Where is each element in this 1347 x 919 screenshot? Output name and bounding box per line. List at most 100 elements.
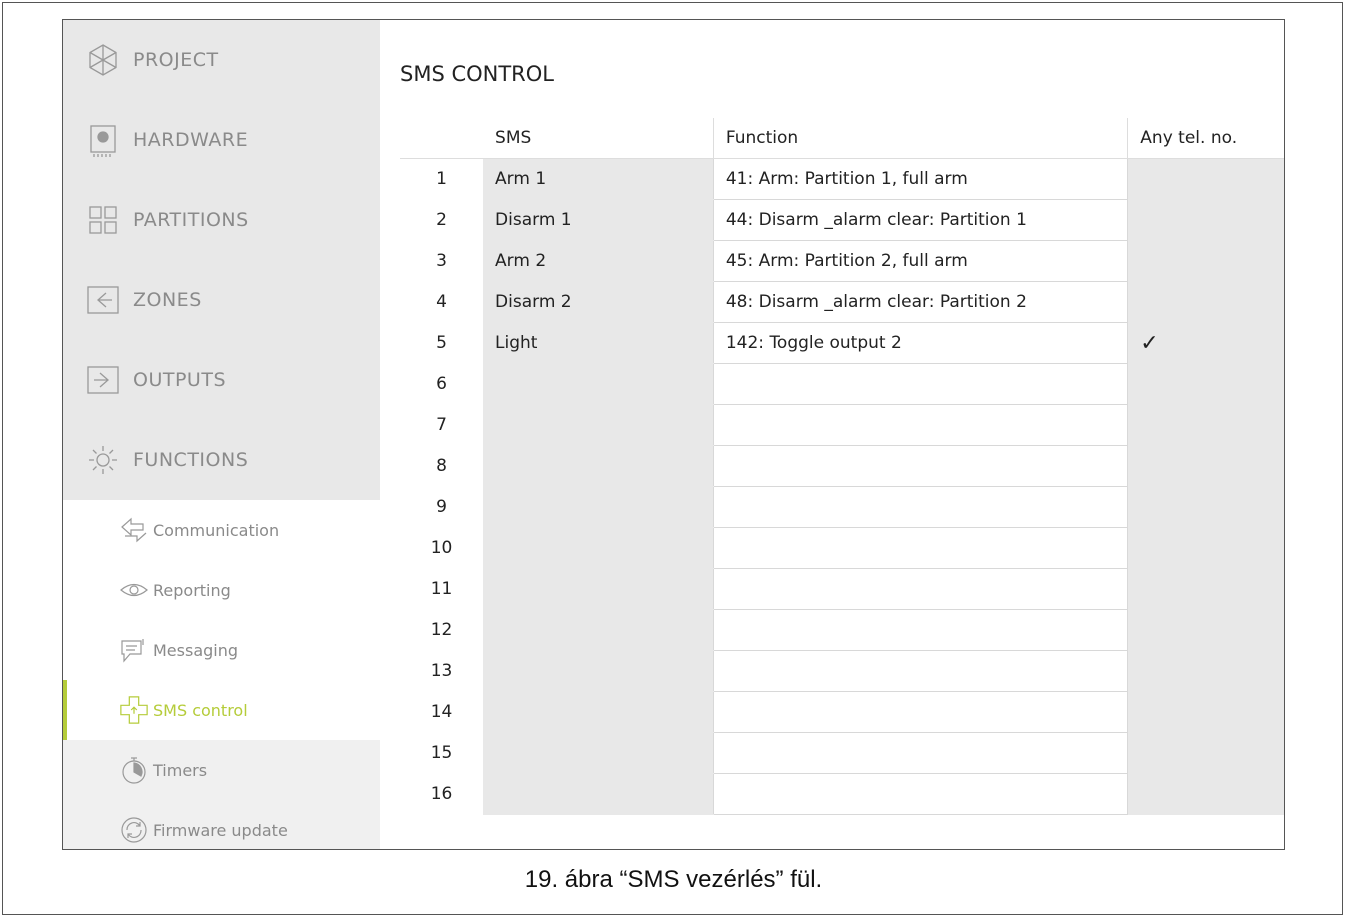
- figure-caption: 19. ábra “SMS vezérlés” fül.: [524, 866, 823, 893]
- main-nav: PROJECT HARDWARE PARTITIONS ZONES OUTPUT…: [63, 20, 380, 500]
- table-row: 6: [400, 363, 1284, 405]
- row-number: 15: [430, 743, 453, 763]
- any-tel-checkbox[interactable]: ✓: [1127, 322, 1284, 364]
- nav-label: PROJECT: [133, 49, 219, 71]
- any-tel-checkbox[interactable]: [1127, 732, 1284, 774]
- any-tel-checkbox[interactable]: [1127, 650, 1284, 692]
- any-tel-checkbox[interactable]: [1127, 527, 1284, 569]
- sms-cell[interactable]: Light: [483, 322, 714, 364]
- function-cell[interactable]: [712, 609, 1129, 651]
- sms-cell[interactable]: Disarm 1: [483, 199, 714, 241]
- any-tel-checkbox[interactable]: [1127, 240, 1284, 282]
- function-cell[interactable]: 44: Disarm _alarm clear: Partition 1: [712, 199, 1129, 241]
- function-cell[interactable]: [712, 650, 1129, 692]
- sms-cell[interactable]: [483, 650, 714, 692]
- partitions-icon: [85, 202, 121, 238]
- any-tel-checkbox[interactable]: [1127, 486, 1284, 528]
- sms-cell[interactable]: [483, 486, 714, 528]
- function-cell[interactable]: 41: Arm: Partition 1, full arm: [712, 158, 1129, 200]
- table-row: 3 Arm 2 45: Arm: Partition 2, full arm: [400, 240, 1284, 282]
- any-tel-checkbox[interactable]: [1127, 445, 1284, 487]
- subnav-label: Timers: [153, 760, 208, 780]
- sms-cell[interactable]: [483, 527, 714, 569]
- sms-cell[interactable]: [483, 609, 714, 651]
- header-sms: SMS: [483, 118, 714, 159]
- sms-control-icon: [119, 695, 149, 725]
- subnav-item-messaging[interactable]: Messaging: [63, 620, 380, 680]
- any-tel-checkbox[interactable]: [1127, 609, 1284, 651]
- function-cell[interactable]: [712, 527, 1129, 569]
- any-tel-checkbox[interactable]: [1127, 404, 1284, 446]
- any-tel-checkbox[interactable]: [1127, 363, 1284, 405]
- sms-cell[interactable]: Arm 1: [483, 158, 714, 200]
- subnav-item-firmware-update[interactable]: Firmware update: [63, 800, 380, 849]
- row-number: 13: [430, 661, 453, 681]
- any-tel-checkbox[interactable]: [1127, 158, 1284, 200]
- function-cell[interactable]: [712, 732, 1129, 774]
- nav-label: OUTPUTS: [133, 369, 226, 391]
- functions-subnav: Communication Reporting Messaging SMS co…: [63, 500, 380, 849]
- any-tel-checkbox[interactable]: [1127, 773, 1284, 815]
- subnav-label: SMS control: [153, 700, 248, 720]
- table-row: 4 Disarm 2 48: Disarm _alarm clear: Partit…: [400, 281, 1284, 323]
- any-tel-checkbox[interactable]: [1127, 199, 1284, 241]
- nav-item-partitions[interactable]: PARTITIONS: [63, 180, 380, 260]
- table-body: 1 Arm 1 41: Arm: Partition 1, full arm 2 Di…: [400, 158, 1284, 815]
- sms-cell[interactable]: Disarm 2: [483, 281, 714, 323]
- nav-item-outputs[interactable]: OUTPUTS: [63, 340, 380, 420]
- sms-cell[interactable]: Arm 2: [483, 240, 714, 282]
- sms-cell[interactable]: [483, 568, 714, 610]
- sms-cell[interactable]: [483, 445, 714, 487]
- row-number: 5: [436, 333, 447, 353]
- subnav-item-reporting[interactable]: Reporting: [63, 560, 380, 620]
- table-row: 2 Disarm 1 44: Disarm _alarm clear: Partit…: [400, 199, 1284, 241]
- nav-item-functions[interactable]: FUNCTIONS: [63, 420, 380, 500]
- header-function: Function: [712, 118, 1128, 159]
- outputs-icon: [85, 362, 121, 398]
- row-number: 12: [430, 620, 453, 640]
- firmware-update-icon: [119, 815, 149, 845]
- nav-label: HARDWARE: [133, 129, 249, 151]
- nav-item-project[interactable]: PROJECT: [63, 20, 380, 100]
- function-cell[interactable]: 48: Disarm _alarm clear: Partition 2: [712, 281, 1129, 323]
- subnav-item-communication[interactable]: Communication: [63, 500, 380, 560]
- subnav-label: Reporting: [153, 580, 231, 600]
- any-tel-checkbox[interactable]: [1127, 691, 1284, 733]
- reporting-icon: [119, 575, 149, 605]
- function-cell[interactable]: [712, 445, 1129, 487]
- app-screenshot: PROJECT HARDWARE PARTITIONS ZONES OUTPUT…: [62, 19, 1285, 850]
- sms-cell[interactable]: [483, 363, 714, 405]
- table-row: 1 Arm 1 41: Arm: Partition 1, full arm: [400, 158, 1284, 200]
- subnav-item-timers[interactable]: Timers: [63, 740, 380, 800]
- function-cell[interactable]: [712, 568, 1129, 610]
- subnav-item-sms-control[interactable]: SMS control: [63, 680, 380, 740]
- sms-cell[interactable]: [483, 732, 714, 774]
- function-cell[interactable]: [712, 773, 1129, 815]
- communication-icon: [119, 515, 149, 545]
- table-row: 12: [400, 609, 1284, 651]
- header-number: [400, 118, 484, 159]
- table-row: 5 Light 142: Toggle output 2 ✓: [400, 322, 1284, 364]
- sms-cell[interactable]: [483, 691, 714, 733]
- function-cell[interactable]: [712, 486, 1129, 528]
- table-row: 7: [400, 404, 1284, 446]
- page-title: SMS CONTROL: [400, 62, 555, 86]
- hardware-icon: [85, 122, 121, 158]
- nav-item-zones[interactable]: ZONES: [63, 260, 380, 340]
- sms-cell[interactable]: [483, 773, 714, 815]
- row-number: 4: [436, 292, 447, 312]
- function-cell[interactable]: [712, 363, 1129, 405]
- function-cell[interactable]: [712, 404, 1129, 446]
- nav-item-hardware[interactable]: HARDWARE: [63, 100, 380, 180]
- row-number: 8: [436, 456, 447, 476]
- zones-icon: [85, 282, 121, 318]
- any-tel-checkbox[interactable]: [1127, 281, 1284, 323]
- header-any-tel-no: Any tel. no.: [1127, 118, 1284, 159]
- project-icon: [85, 42, 121, 78]
- function-cell[interactable]: 142: Toggle output 2: [712, 322, 1129, 364]
- table-row: 9: [400, 486, 1284, 528]
- function-cell[interactable]: [712, 691, 1129, 733]
- any-tel-checkbox[interactable]: [1127, 568, 1284, 610]
- sms-cell[interactable]: [483, 404, 714, 446]
- function-cell[interactable]: 45: Arm: Partition 2, full arm: [712, 240, 1129, 282]
